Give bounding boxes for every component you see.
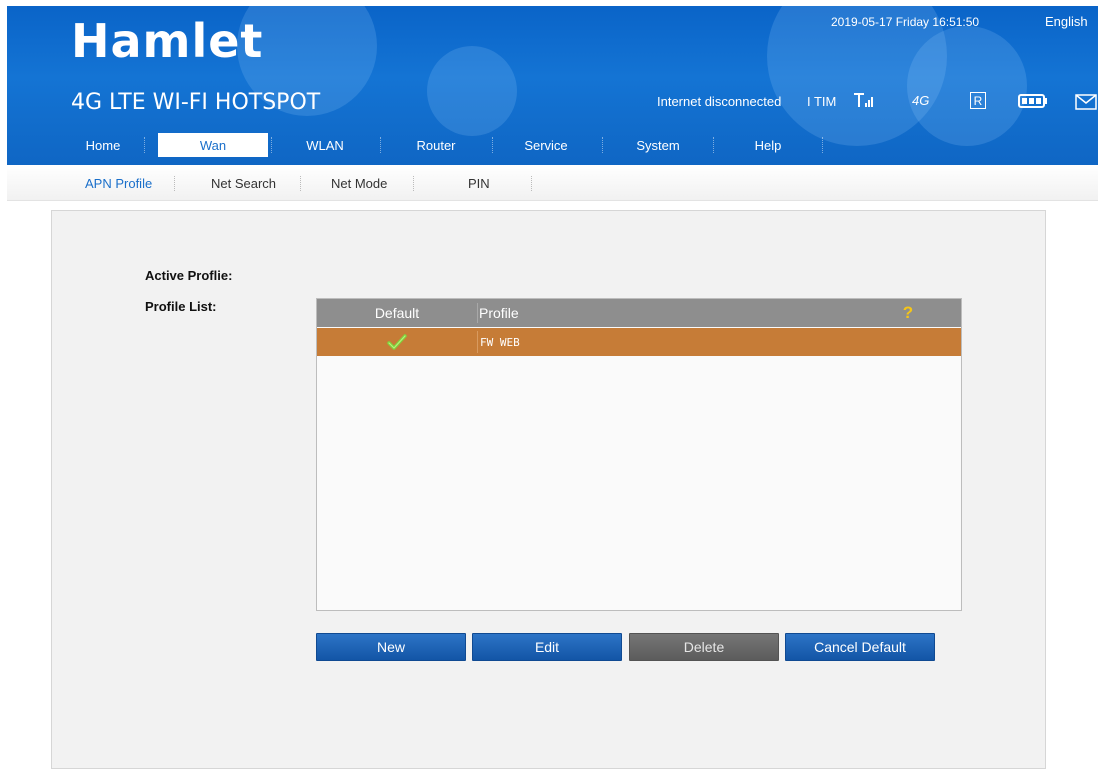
- main-nav: Home Wan WLAN Router Service System Help: [7, 125, 1098, 165]
- datetime-display: 2019-05-17 Friday 16:51:50: [831, 15, 980, 29]
- subnav-divider: [531, 176, 532, 191]
- column-header-profile[interactable]: Profile: [479, 299, 519, 327]
- edit-button[interactable]: Edit: [472, 633, 622, 661]
- carrier-name: I TIM: [807, 94, 837, 109]
- roaming-icon: R: [970, 92, 986, 109]
- column-header-default[interactable]: Default: [317, 299, 477, 327]
- profile-list-label: Profile List:: [145, 299, 217, 314]
- nav-help[interactable]: Help: [743, 133, 793, 157]
- profile-name-cell: FW WEB: [480, 335, 520, 349]
- active-profile-label: Active Proflie:: [145, 268, 233, 283]
- battery-icon: [1018, 94, 1048, 108]
- nav-divider: [492, 137, 493, 153]
- nav-system[interactable]: System: [627, 133, 689, 157]
- nav-service[interactable]: Service: [515, 133, 577, 157]
- nav-home[interactable]: Home: [77, 133, 129, 157]
- decor-bokeh: [427, 46, 517, 136]
- signal-icon: [853, 92, 875, 110]
- subnav-apn-profile[interactable]: APN Profile: [85, 176, 152, 191]
- cancel-default-button[interactable]: Cancel Default: [785, 633, 935, 661]
- nav-wlan[interactable]: WLAN: [297, 133, 353, 157]
- subnav-divider: [413, 176, 414, 191]
- nav-wan[interactable]: Wan: [158, 133, 268, 157]
- column-divider: [477, 303, 478, 323]
- nav-divider: [822, 137, 823, 153]
- table-row[interactable]: FW WEB: [317, 328, 961, 356]
- grid-header: Default Profile ?: [317, 299, 961, 327]
- help-icon[interactable]: ?: [899, 302, 917, 324]
- default-check-icon: [317, 328, 477, 356]
- subnav-divider: [300, 176, 301, 191]
- nav-divider: [144, 137, 145, 153]
- cell-divider: [477, 331, 478, 353]
- subnav-pin[interactable]: PIN: [468, 176, 490, 191]
- sub-nav: APN Profile Net Search Net Mode PIN: [7, 165, 1098, 201]
- brand-logo: Hamlet: [71, 14, 264, 68]
- nav-divider: [713, 137, 714, 153]
- nav-divider: [271, 137, 272, 153]
- 4g-icon: 4G: [912, 93, 930, 108]
- nav-divider: [602, 137, 603, 153]
- product-tagline: 4G LTE WI-FI HOTSPOT: [71, 90, 321, 115]
- language-selector[interactable]: English: [1045, 14, 1088, 29]
- message-icon[interactable]: [1075, 94, 1097, 110]
- subnav-divider: [174, 176, 175, 191]
- delete-button[interactable]: Delete: [629, 633, 779, 661]
- new-button[interactable]: New: [316, 633, 466, 661]
- subnav-net-mode[interactable]: Net Mode: [331, 176, 387, 191]
- subnav-net-search[interactable]: Net Search: [211, 176, 276, 191]
- nav-router[interactable]: Router: [407, 133, 465, 157]
- profile-list-grid: Default Profile ? FW WEB: [316, 298, 962, 611]
- nav-divider: [380, 137, 381, 153]
- connection-status: Internet disconnected: [657, 94, 782, 109]
